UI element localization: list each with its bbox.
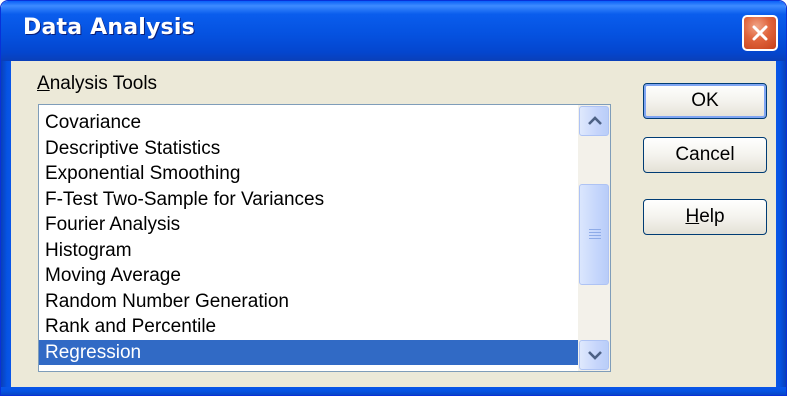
data-analysis-dialog: Data Analysis Analysis Tools Covariance … [0, 0, 787, 396]
scroll-up-icon [588, 116, 602, 125]
scroll-down-button[interactable] [579, 340, 609, 370]
list-item-moving-average[interactable]: Moving Average [39, 263, 578, 289]
bottom-border [1, 387, 786, 395]
list-items: Covariance Descriptive Statistics Expone… [39, 110, 578, 365]
list-item-regression[interactable]: Regression [39, 339, 578, 365]
list-item-random-number-generation[interactable]: Random Number Generation [39, 289, 578, 315]
list-item-exponential-smoothing[interactable]: Exponential Smoothing [39, 161, 578, 187]
left-border [1, 61, 11, 395]
ok-button[interactable]: OK [643, 83, 767, 119]
scroll-down-icon [588, 351, 602, 360]
help-button[interactable]: Help [643, 199, 767, 235]
scrollbar-thumb[interactable] [579, 184, 609, 285]
label-accelerator: A [37, 73, 50, 94]
scroll-up-button[interactable] [579, 106, 609, 136]
window-title: Data Analysis [23, 15, 195, 40]
cancel-button[interactable]: Cancel [643, 137, 767, 173]
list-item-f-test[interactable]: F-Test Two-Sample for Variances [39, 187, 578, 213]
analysis-tools-label: Analysis Tools [37, 73, 157, 95]
close-button[interactable] [742, 15, 778, 51]
list-item-fourier-analysis[interactable]: Fourier Analysis [39, 212, 578, 238]
list-item-descriptive-statistics[interactable]: Descriptive Statistics [39, 136, 578, 162]
title-bar[interactable]: Data Analysis [1, 1, 786, 61]
analysis-tools-list[interactable]: Covariance Descriptive Statistics Expone… [38, 104, 611, 372]
help-label: elp [699, 206, 725, 227]
list-item-rank-and-percentile[interactable]: Rank and Percentile [39, 314, 578, 340]
vertical-scrollbar[interactable] [578, 105, 610, 371]
close-icon [752, 25, 768, 41]
label-text: nalysis Tools [49, 73, 158, 94]
right-border [776, 61, 786, 395]
help-accelerator: H [685, 206, 700, 227]
list-item-covariance[interactable]: Covariance [39, 110, 578, 136]
list-item-histogram[interactable]: Histogram [39, 238, 578, 264]
